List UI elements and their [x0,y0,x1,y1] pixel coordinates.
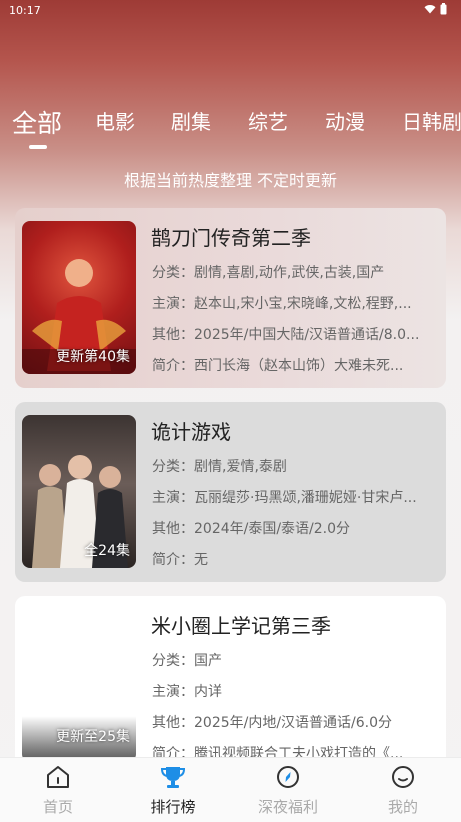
status-time: 10:17 [9,4,41,17]
ranking-card[interactable]: 全24集 诡计游戏 分类：剧情,爱情,泰剧 主演：瓦丽缇莎·玛黑颂,潘珊妮娅·甘… [15,402,446,582]
card-title: 鹊刀门传奇第二季 [151,226,311,250]
nav-ranking[interactable]: 排行榜 [128,764,218,817]
card-cast: 主演：赵本山,宋小宝,宋晓峰,文松,程野,... [152,296,412,312]
card-other: 其他：2024年/泰国/泰语/2.0分 [152,521,351,537]
tab-movie[interactable]: 电影 [95,106,135,135]
tab-variety[interactable]: 综艺 [248,106,288,135]
card-category: 分类：国产 [152,653,222,669]
status-icons [424,3,447,15]
wifi-icon [424,5,436,14]
nav-mine[interactable]: 我的 [358,764,448,817]
tab-indicator [29,145,47,149]
episode-badge: 更新至25集 [56,729,130,745]
status-bar: 10:17 [0,0,461,22]
poster-image[interactable]: 全24集 [22,415,136,568]
nav-home[interactable]: 首页 [13,764,103,817]
card-intro: 简介：西门长海（赵本山饰）大难未死... [152,358,404,374]
card-title: 诡计游戏 [151,420,231,444]
nav-label: 首页 [42,798,73,816]
smile-icon [392,766,414,788]
tab-all[interactable]: 全部 [12,106,62,140]
nav-label: 我的 [387,798,418,816]
ranking-card[interactable]: 更新至25集 米小圈上学记第三季 分类：国产 主演：内详 其他：2025年/内地… [15,596,446,776]
ranking-card[interactable]: 更新第40集 鹊刀门传奇第二季 分类：剧情,喜剧,动作,武侠,古装,国产 主演：… [15,208,446,388]
tab-jk-drama[interactable]: 日韩剧 [402,106,461,135]
episode-badge: 全24集 [84,543,130,559]
card-cast: 主演：内详 [152,684,222,700]
card-other: 其他：2025年/内地/汉语普通话/6.0分 [152,715,393,731]
poster-image[interactable]: 更新第40集 [22,221,136,374]
poster-image[interactable]: 更新至25集 [22,609,136,762]
nav-late-night[interactable]: 深夜福利 [243,764,333,817]
category-tabs: 全部 电影 剧集 综艺 动漫 日韩剧 [0,106,461,150]
nav-label: 深夜福利 [257,798,318,816]
episode-badge: 更新第40集 [56,349,130,365]
tab-series[interactable]: 剧集 [171,106,211,135]
bottom-nav: 首页 排行榜 深夜福利 我的 [0,757,461,822]
tab-anime[interactable]: 动漫 [325,106,365,135]
card-category: 分类：剧情,喜剧,动作,武侠,古装,国产 [152,265,385,281]
card-category: 分类：剧情,爱情,泰剧 [152,459,287,475]
nav-label: 排行榜 [150,798,196,816]
battery-icon [440,3,447,15]
card-cast: 主演：瓦丽缇莎·玛黑颂,潘珊妮娅·甘宋卢... [152,490,417,506]
card-intro: 简介：无 [152,552,208,568]
compass-icon [277,766,299,788]
trophy-icon [160,767,186,788]
card-title: 米小圈上学记第三季 [151,614,331,638]
home-icon [47,766,69,788]
ranking-subtitle: 根据当前热度整理 不定时更新 [123,171,338,190]
card-other: 其他：2025年/中国大陆/汉语普通话/8.0... [152,327,420,343]
